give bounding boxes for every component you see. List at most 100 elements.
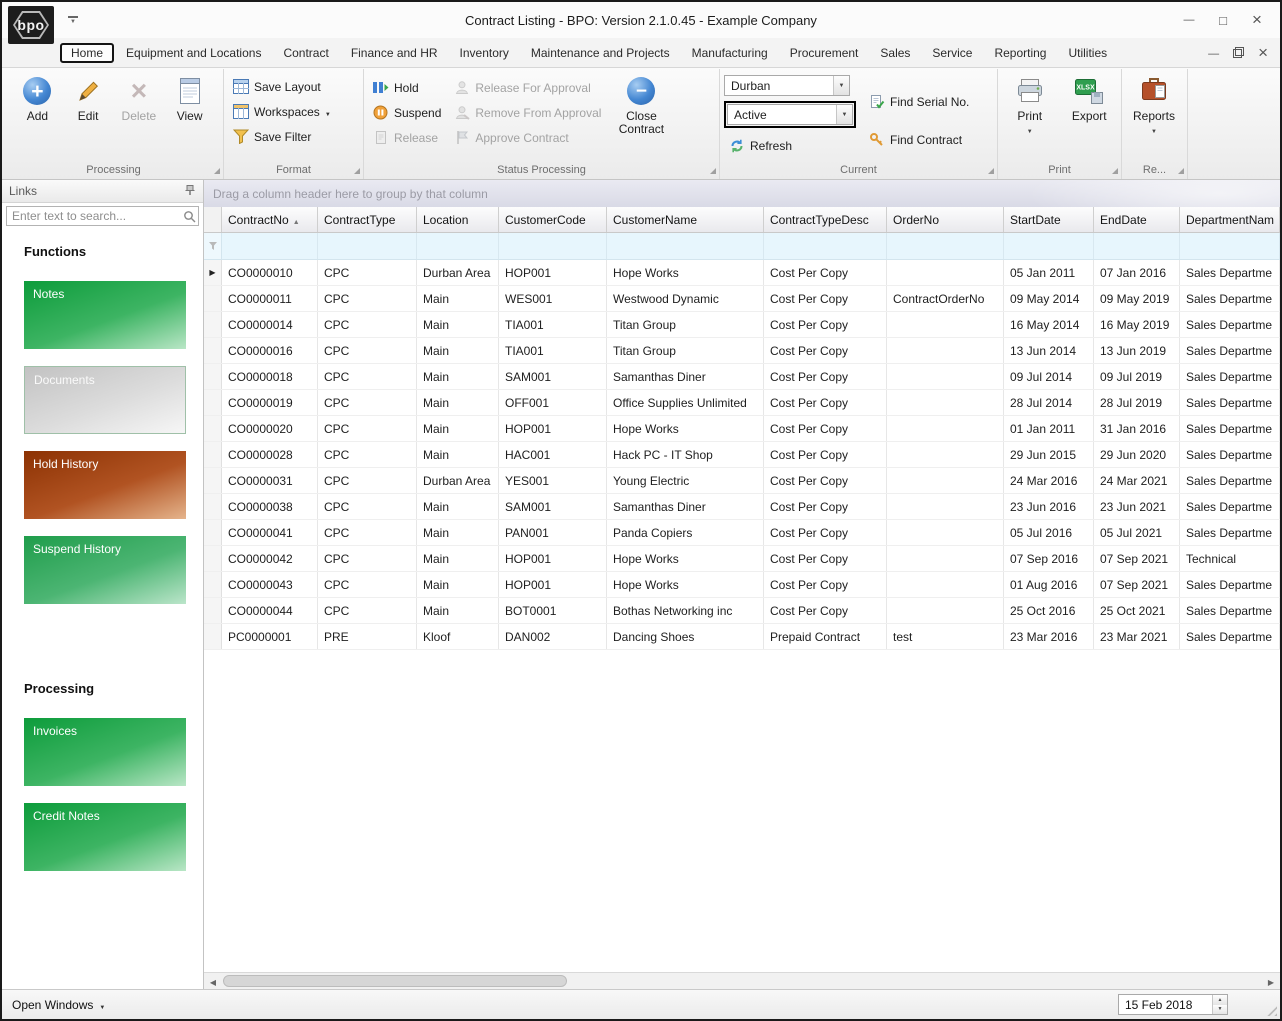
sidebar-tile[interactable]: Hold History bbox=[24, 451, 186, 519]
sidebar-tile[interactable]: Documents bbox=[24, 366, 186, 434]
dialog-launcher-icon[interactable] bbox=[1112, 168, 1118, 174]
ribbon-tab[interactable]: Finance and HR bbox=[341, 43, 448, 63]
find-contract-button[interactable]: Find Contract bbox=[864, 127, 973, 152]
table-row[interactable]: CO0000043 CPC Main HOP001 Hope Works Cos… bbox=[204, 572, 1280, 598]
table-row[interactable]: CO0000011 CPC Main WES001 Westwood Dynam… bbox=[204, 286, 1280, 312]
search-input[interactable] bbox=[7, 209, 180, 223]
view-button[interactable]: View bbox=[164, 73, 215, 123]
table-row[interactable]: CO0000038 CPC Main SAM001 Samanthas Dine… bbox=[204, 494, 1280, 520]
ribbon-tab[interactable]: Maintenance and Projects bbox=[521, 43, 680, 63]
filter-cell[interactable] bbox=[1180, 233, 1280, 259]
filter-cell[interactable] bbox=[607, 233, 764, 259]
scroll-left-icon[interactable] bbox=[204, 974, 222, 988]
mdi-restore-icon[interactable] bbox=[1233, 47, 1245, 58]
site-combo[interactable]: Durban bbox=[724, 75, 850, 96]
table-row[interactable]: CO0000014 CPC Main TIA001 Titan Group Co… bbox=[204, 312, 1280, 338]
scrollbar-thumb[interactable] bbox=[223, 975, 567, 987]
filter-cell[interactable] bbox=[1094, 233, 1180, 259]
close-contract-button[interactable]: Close Contract bbox=[613, 73, 669, 136]
sidebar-tile[interactable]: Suspend History bbox=[24, 536, 186, 604]
spinner-down-icon[interactable] bbox=[1213, 1004, 1227, 1014]
dialog-launcher-icon[interactable] bbox=[214, 168, 220, 174]
table-row[interactable]: CO0000016 CPC Main TIA001 Titan Group Co… bbox=[204, 338, 1280, 364]
export-button[interactable]: XLSX Export bbox=[1062, 73, 1118, 123]
ribbon-tab[interactable]: Manufacturing bbox=[682, 43, 778, 63]
column-header-customername[interactable]: CustomerName bbox=[607, 207, 764, 232]
reports-button[interactable]: Reports bbox=[1126, 73, 1182, 139]
group-by-bar[interactable]: Drag a column header here to group by th… bbox=[204, 180, 1280, 207]
table-row[interactable]: CO0000031 CPC Durban Area YES001 Young E… bbox=[204, 468, 1280, 494]
ribbon-tab[interactable]: Utilities bbox=[1058, 43, 1117, 63]
search-box[interactable] bbox=[6, 206, 199, 226]
filter-cell[interactable] bbox=[764, 233, 887, 259]
maximize-icon[interactable] bbox=[1206, 7, 1240, 33]
ribbon-tab[interactable]: Home bbox=[60, 42, 115, 63]
date-editor[interactable] bbox=[1118, 994, 1228, 1015]
table-row[interactable]: CO0000028 CPC Main HAC001 Hack PC - IT S… bbox=[204, 442, 1280, 468]
sidebar-tile[interactable]: Invoices bbox=[24, 718, 186, 786]
edit-button[interactable]: Edit bbox=[63, 73, 114, 123]
filter-cell[interactable] bbox=[887, 233, 1004, 259]
approve-contract-button[interactable]: Approve Contract bbox=[449, 125, 605, 150]
column-header-orderno[interactable]: OrderNo bbox=[887, 207, 1004, 232]
ribbon-tab[interactable]: Sales bbox=[870, 43, 920, 63]
filter-cell[interactable] bbox=[318, 233, 417, 259]
table-row[interactable]: PC0000001 PRE Kloof DAN002 Dancing Shoes… bbox=[204, 624, 1280, 650]
release-for-approval-button[interactable]: Release For Approval bbox=[449, 75, 605, 100]
suspend-button[interactable]: Suspend bbox=[368, 100, 445, 125]
open-windows-button[interactable]: Open Windows bbox=[12, 998, 105, 1012]
table-row[interactable]: CO0000041 CPC Main PAN001 Panda Copiers … bbox=[204, 520, 1280, 546]
column-header-departmentname[interactable]: DepartmentNam bbox=[1180, 207, 1280, 232]
scroll-right-icon[interactable] bbox=[1262, 974, 1280, 988]
table-row[interactable]: CO0000010 CPC Durban Area HOP001 Hope Wo… bbox=[204, 260, 1280, 286]
table-row[interactable]: CO0000042 CPC Main HOP001 Hope Works Cos… bbox=[204, 546, 1280, 572]
search-icon[interactable] bbox=[180, 210, 198, 223]
column-header-location[interactable]: Location bbox=[417, 207, 499, 232]
workspaces-button[interactable]: Workspaces bbox=[228, 99, 335, 124]
find-serial-button[interactable]: Find Serial No. bbox=[864, 89, 973, 114]
table-row[interactable]: CO0000044 CPC Main BOT0001 Bothas Networ… bbox=[204, 598, 1280, 624]
ribbon-tab[interactable]: Service bbox=[922, 43, 982, 63]
filter-cell[interactable] bbox=[499, 233, 607, 259]
close-icon[interactable] bbox=[1240, 7, 1274, 33]
column-header-contractno[interactable]: ContractNo bbox=[222, 207, 318, 232]
filter-cell[interactable] bbox=[417, 233, 499, 259]
column-header-customercode[interactable]: CustomerCode bbox=[499, 207, 607, 232]
table-row[interactable]: CO0000018 CPC Main SAM001 Samanthas Dine… bbox=[204, 364, 1280, 390]
release-button[interactable]: Release bbox=[368, 125, 445, 150]
delete-button[interactable]: × Delete bbox=[114, 73, 165, 123]
dialog-launcher-icon[interactable] bbox=[1178, 168, 1184, 174]
mdi-close-icon[interactable] bbox=[1258, 43, 1268, 63]
column-header-enddate[interactable]: EndDate bbox=[1094, 207, 1180, 232]
dialog-launcher-icon[interactable] bbox=[354, 168, 360, 174]
date-input[interactable] bbox=[1119, 997, 1212, 1012]
ribbon-tab[interactable]: Reporting bbox=[984, 43, 1056, 63]
table-row[interactable]: CO0000020 CPC Main HOP001 Hope Works Cos… bbox=[204, 416, 1280, 442]
column-header-contracttypedesc[interactable]: ContractTypeDesc bbox=[764, 207, 887, 232]
status-combo[interactable]: Active bbox=[727, 104, 853, 125]
filter-cell[interactable] bbox=[222, 233, 318, 259]
scrollbar-track[interactable] bbox=[222, 973, 1262, 989]
sidebar-tile[interactable]: Notes bbox=[24, 281, 186, 349]
save-layout-button[interactable]: Save Layout bbox=[228, 74, 325, 99]
sidebar-tile[interactable]: Credit Notes bbox=[24, 803, 186, 871]
resize-grip[interactable] bbox=[1264, 1003, 1277, 1016]
column-header-contracttype[interactable]: ContractType bbox=[318, 207, 417, 232]
refresh-button[interactable]: Refresh bbox=[724, 133, 856, 158]
ribbon-tab[interactable]: Equipment and Locations bbox=[116, 43, 271, 63]
remove-from-approval-button[interactable]: Remove From Approval bbox=[449, 100, 605, 125]
hold-button[interactable]: Hold bbox=[368, 75, 445, 100]
chevron-down-icon[interactable] bbox=[833, 76, 849, 95]
chevron-down-icon[interactable] bbox=[836, 105, 852, 124]
mdi-minimize-icon[interactable] bbox=[1208, 46, 1219, 60]
ribbon-tab[interactable]: Procurement bbox=[780, 43, 869, 63]
dialog-launcher-icon[interactable] bbox=[710, 168, 716, 174]
dialog-launcher-icon[interactable] bbox=[988, 168, 994, 174]
save-filter-button[interactable]: Save Filter bbox=[228, 124, 315, 149]
minimize-icon[interactable] bbox=[1172, 7, 1206, 33]
pin-icon[interactable] bbox=[184, 184, 196, 199]
print-button[interactable]: Print bbox=[1002, 73, 1058, 139]
table-row[interactable]: CO0000019 CPC Main OFF001 Office Supplie… bbox=[204, 390, 1280, 416]
column-header-startdate[interactable]: StartDate bbox=[1004, 207, 1094, 232]
ribbon-tab[interactable]: Inventory bbox=[450, 43, 519, 63]
